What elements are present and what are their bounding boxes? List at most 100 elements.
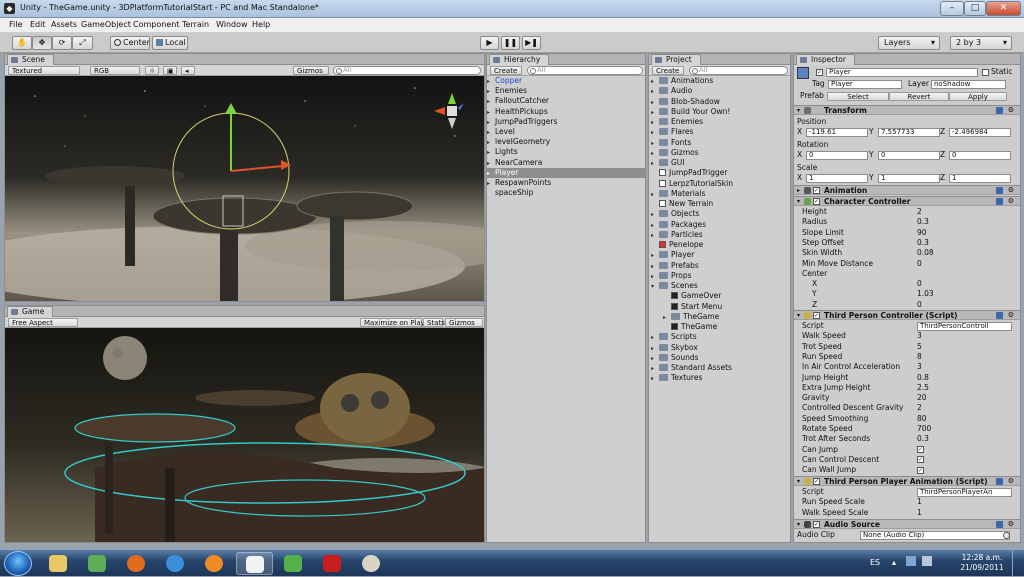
maximize-on-play-toggle[interactable]: Maximize on Play — [360, 318, 425, 327]
property-value[interactable]: 2 — [917, 207, 922, 217]
help-icon[interactable] — [996, 198, 1003, 205]
list-item[interactable]: ▸ Audio — [649, 86, 790, 96]
prefab-apply-button[interactable]: Apply — [949, 92, 1007, 101]
taskbar-blender[interactable] — [196, 552, 233, 575]
property-value[interactable]: 0.8 — [917, 373, 929, 383]
list-item[interactable]: Penelope — [649, 240, 790, 250]
property-value[interactable]: 3 — [917, 331, 922, 341]
list-item[interactable]: ▾ Scenes — [649, 281, 790, 291]
list-item[interactable]: JumpPadTrigger — [649, 168, 790, 178]
property-checkbox[interactable]: ✓ — [917, 446, 924, 454]
project-search-input[interactable]: All — [689, 66, 788, 75]
list-item[interactable]: ▸ Player — [649, 250, 790, 260]
minimize-button[interactable]: – — [940, 1, 964, 16]
project-create-dropdown[interactable]: Create — [652, 66, 684, 75]
help-icon[interactable] — [996, 521, 1003, 528]
taskbar-firefox[interactable] — [118, 552, 155, 575]
audio-source-enabled-checkbox[interactable]: ✓ — [813, 521, 820, 528]
menu-component[interactable]: Component — [133, 20, 179, 29]
property-value[interactable]: 2.5 — [917, 383, 929, 393]
scale-x-field[interactable]: 1 — [806, 174, 868, 183]
tab-scene[interactable]: Scene — [7, 54, 54, 65]
prefab-select-button[interactable]: Select — [827, 92, 889, 101]
position-y-field[interactable]: 7.557733 — [878, 128, 940, 137]
play-button[interactable]: ▶ — [480, 36, 499, 50]
list-item[interactable]: ▸ Textures — [649, 373, 790, 383]
clock-date[interactable]: 21/09/2011 — [958, 563, 1006, 572]
list-item[interactable]: ▸ NearCamera — [487, 158, 645, 168]
move-tool-button[interactable]: ✥ — [32, 36, 52, 50]
scale-tool-button[interactable]: ⤢ — [72, 36, 93, 50]
menu-terrain[interactable]: Terrain — [182, 20, 209, 29]
character-controller-enabled-checkbox[interactable]: ✓ — [813, 198, 820, 205]
list-item[interactable]: ▸ Packages — [649, 220, 790, 230]
menu-help[interactable]: Help — [252, 20, 270, 29]
list-item[interactable]: ▸ Gizmos — [649, 148, 790, 158]
static-checkbox[interactable] — [982, 69, 989, 76]
show-desktop-button[interactable] — [1012, 550, 1024, 577]
taskbar-messenger[interactable] — [275, 552, 312, 575]
stats-toggle[interactable]: Stats — [423, 318, 445, 327]
list-item[interactable]: ▸ Scripts — [649, 332, 790, 342]
shading-dropdown[interactable]: Textured — [8, 66, 80, 75]
rotation-z-field[interactable]: 0 — [949, 151, 1011, 160]
list-item[interactable]: ▸ Flares — [649, 127, 790, 137]
audio-source-header[interactable]: ▾ ✓ Audio Source ⚙ — [794, 519, 1020, 529]
property-value[interactable]: 20 — [917, 393, 927, 403]
list-item[interactable]: ▸ JumpPadTriggers — [487, 117, 645, 127]
position-z-field[interactable]: -2.496984 — [949, 128, 1011, 137]
help-icon[interactable] — [996, 478, 1003, 485]
language-indicator[interactable]: ES — [870, 558, 880, 567]
list-item[interactable]: ▸ Animations — [649, 76, 790, 86]
list-item[interactable]: ▸ Build Your Own! — [649, 107, 790, 117]
help-icon[interactable] — [996, 107, 1003, 114]
list-item[interactable]: TheGame — [649, 322, 790, 332]
hand-tool-button[interactable]: ✋ — [12, 36, 32, 50]
list-item[interactable]: ▸ Particles — [649, 230, 790, 240]
property-checkbox[interactable]: ✓ — [917, 466, 924, 474]
hierarchy-search-input[interactable]: All — [527, 66, 643, 75]
layers-dropdown[interactable]: Layers ▾ — [878, 36, 940, 50]
tpa-header[interactable]: ▾ ✓ Third Person Player Animation (Script)… — [794, 476, 1020, 486]
tpa-enabled-checkbox[interactable]: ✓ — [813, 478, 820, 485]
menu-gameobject[interactable]: GameObject — [81, 20, 131, 29]
property-value[interactable]: 80 — [917, 414, 927, 424]
list-item[interactable]: Start Menu — [649, 302, 790, 312]
list-item[interactable]: spaceShip — [487, 188, 645, 198]
object-name-field[interactable]: Player — [826, 68, 978, 77]
scale-y-field[interactable]: 1 — [878, 174, 940, 183]
pause-button[interactable]: ❚❚ — [501, 36, 520, 50]
audio-toggle[interactable]: ◂ — [181, 66, 195, 75]
menu-window[interactable]: Window — [216, 20, 248, 29]
volume-icon[interactable] — [922, 556, 932, 566]
aspect-dropdown[interactable]: Free Aspect — [8, 318, 78, 327]
menu-edit[interactable]: Edit — [30, 20, 46, 29]
list-item[interactable]: ▸ levelGeometry — [487, 137, 645, 147]
tray-arrow-icon[interactable]: ▴ — [892, 558, 896, 567]
image-toggle[interactable]: ▣ — [163, 66, 177, 75]
gear-icon[interactable]: ⚙ — [1008, 311, 1014, 320]
script-field[interactable]: ThirdPersonControll — [917, 322, 1012, 331]
tab-hierarchy[interactable]: Hierarchy — [489, 54, 550, 65]
scale-z-field[interactable]: 1 — [949, 174, 1011, 183]
gear-icon[interactable]: ⚙ — [1008, 197, 1014, 206]
list-item[interactable]: ▸ Copper — [487, 76, 645, 86]
script-field[interactable]: ThirdPersonPlayerAn — [917, 488, 1012, 497]
game-viewport[interactable] — [5, 328, 484, 542]
step-button[interactable]: ▶❚ — [522, 36, 541, 50]
gear-icon[interactable]: ⚙ — [1008, 186, 1014, 195]
list-item[interactable]: LerpzTutorialSkin — [649, 179, 790, 189]
gear-icon[interactable]: ⚙ — [1008, 106, 1014, 115]
object-picker-icon[interactable] — [1003, 532, 1010, 539]
taskbar-msn[interactable] — [79, 552, 116, 575]
list-item[interactable]: ▸ Materials — [649, 189, 790, 199]
list-item[interactable]: GameOver — [649, 291, 790, 301]
list-item[interactable]: ▸ Fonts — [649, 138, 790, 148]
property-value[interactable]: 0.3 — [917, 217, 929, 227]
property-value[interactable]: 0.3 — [917, 238, 929, 248]
taskbar-ie[interactable] — [157, 552, 194, 575]
list-item[interactable]: ▸ GUI — [649, 158, 790, 168]
list-item[interactable]: ▸ Blob-Shadow — [649, 97, 790, 107]
position-x-field[interactable]: -119.61 — [806, 128, 868, 137]
tpc-enabled-checkbox[interactable]: ✓ — [813, 312, 820, 319]
